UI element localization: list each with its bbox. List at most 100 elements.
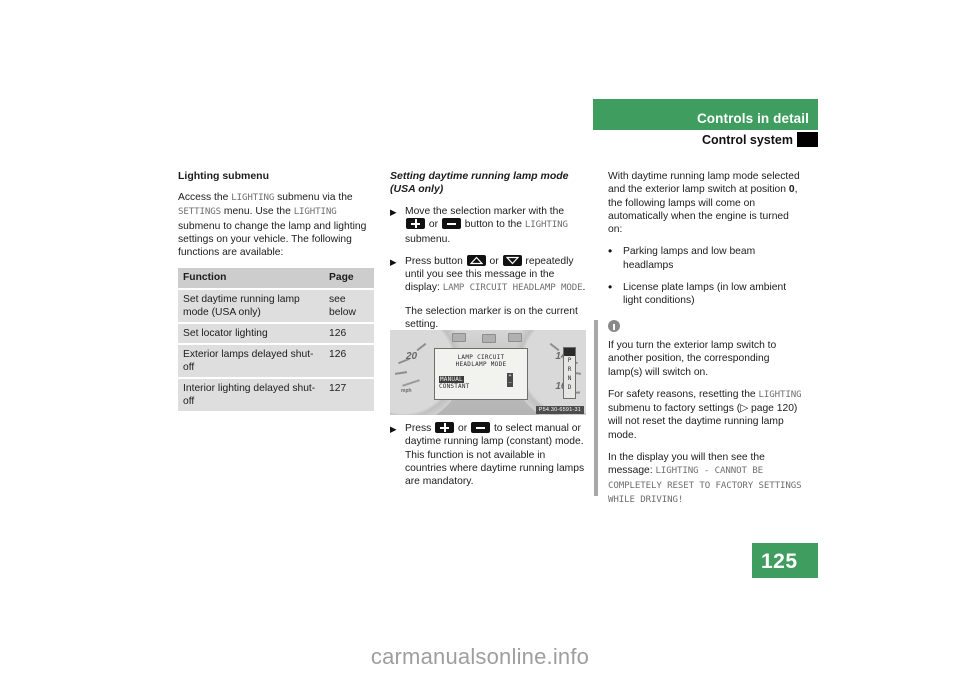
cell-page: 126 xyxy=(324,344,374,377)
minus-key-icon xyxy=(441,218,461,230)
column-left: Lighting submenu Access the LIGHTING sub… xyxy=(178,170,374,411)
step-1-or: or xyxy=(426,219,441,231)
lighting-keyword-2: LIGHTING xyxy=(293,207,337,218)
column-header-page: Page xyxy=(324,268,374,288)
dot-bullet-icon: • xyxy=(608,280,613,295)
speed-unit-label: mph xyxy=(401,388,412,394)
column-middle: Setting daytime running lamp mode (USA o… xyxy=(390,170,586,340)
step-2-or: or xyxy=(486,255,502,267)
intro-text-2: submenu via the xyxy=(274,192,353,203)
function-page-table: Function Page Set daytime running lamp m… xyxy=(178,268,374,411)
step-3-text-a: Press xyxy=(405,423,435,434)
speed-label-20: 20 xyxy=(406,351,418,362)
dot-bullet-icon: • xyxy=(608,244,613,259)
cell-page: 127 xyxy=(324,378,374,411)
step-1-text-b: button to the xyxy=(461,219,525,231)
up-arrow-key-icon xyxy=(466,254,486,266)
section-header: Control system xyxy=(593,133,818,153)
lamp-circuit-message: LAMP CIRCUIT HEADLAMP MODE xyxy=(442,283,583,294)
page-number: 125 xyxy=(761,550,798,573)
step-3: ▶ Press or to select manual or daytime r… xyxy=(390,422,586,488)
gear-indicator-highlight xyxy=(564,348,575,356)
lighting-keyword-1: LIGHTING xyxy=(231,193,275,203)
step-1: ▶ Move the selection marker with the or … xyxy=(390,205,586,246)
lamp-item-text: License plate lamps (in low ambient ligh… xyxy=(623,282,787,307)
lcd-option-other: CONSTANT xyxy=(439,383,470,390)
down-arrow-key-icon xyxy=(502,254,522,266)
triangle-bullet-icon: ▶ xyxy=(390,424,397,434)
intro-text-4: submenu to change the lamp and lighting … xyxy=(178,220,367,259)
figure-caption: P54.30-6591-31 xyxy=(535,406,584,414)
lcd-line-1: LAMP CIRCUIT xyxy=(457,354,505,361)
settings-keyword: SETTINGS xyxy=(178,207,221,218)
info-paragraph-3: In the display you will then see the mes… xyxy=(608,451,804,507)
column-right: With daytime running lamp mode selected … xyxy=(608,170,804,317)
cell-function: Set daytime running lamp mode (USA only) xyxy=(178,289,324,322)
step-2-text-c: . xyxy=(582,282,586,294)
cluster-indicator-icons xyxy=(452,333,524,343)
table-row: Exterior lamps delayed shut-off 126 xyxy=(178,344,374,377)
section-marker-block xyxy=(797,132,818,147)
cell-function: Interior lighting delayed shut-off xyxy=(178,378,324,411)
daytime-lamp-heading: Setting daytime running lamp mode (USA o… xyxy=(390,170,586,196)
lcd-line-2: HEADLAMP MODE xyxy=(455,361,507,368)
info-box-divider xyxy=(594,320,598,496)
cell-page: see below xyxy=(324,289,374,322)
table-row: Set daytime running lamp mode (USA only)… xyxy=(178,289,374,322)
intro-text-3: menu. Use the xyxy=(221,206,294,218)
plus-key-icon xyxy=(435,422,455,433)
cell-function: Exterior lamps delayed shut-off xyxy=(178,344,324,377)
triangle-bullet-icon: ▶ xyxy=(390,207,397,217)
info-icon xyxy=(608,320,620,332)
table-row: Interior lighting delayed shut-off 127 xyxy=(178,378,374,411)
step-2: ▶ Press button or repeatedly until you s… xyxy=(390,254,586,296)
step-3-text: Press or to select manual or daytime run… xyxy=(405,422,586,488)
step-1-text: Move the selection marker with the or bu… xyxy=(405,205,586,246)
daytime-lamp-heading-line2: (USA only) xyxy=(390,183,444,195)
table-row: Set locator lighting 126 xyxy=(178,323,374,343)
manual-page: Controls in detail Control system Lighti… xyxy=(0,0,960,678)
cell-page: 126 xyxy=(324,323,374,343)
info-box: If you turn the exterior lamp switch to … xyxy=(608,320,804,516)
chapter-header-banner: Controls in detail xyxy=(593,99,818,130)
cell-function: Set locator lighting xyxy=(178,323,324,343)
chapter-title: Controls in detail xyxy=(696,111,809,126)
info-paragraph-2: For safety reasons, resetting the LIGHTI… xyxy=(608,388,804,442)
lighting-submenu-intro: Access the LIGHTING submenu via the SETT… xyxy=(178,191,374,259)
triangle-bullet-icon: ▶ xyxy=(390,256,397,267)
step-1-text-a: Move the selection marker with the xyxy=(405,206,565,217)
step-2-text: Press button or repeatedly until you see… xyxy=(405,254,586,296)
column-header-function: Function xyxy=(178,268,324,288)
list-item: • License plate lamps (in low ambient li… xyxy=(608,281,804,308)
step-1-text-c: submenu. xyxy=(405,233,451,245)
lcd-plus-minus-icon: + – xyxy=(507,373,513,387)
lighting-keyword-3: LIGHTING xyxy=(524,220,568,231)
watermark: carmanualsonline.info xyxy=(370,644,590,669)
instrument-cluster-figure: 20 140 160 mph LAMP CIRCUIT HEADLAMP MOD… xyxy=(390,330,586,415)
info-paragraph-1: If you turn the exterior lamp switch to … xyxy=(608,340,777,378)
lighting-submenu-heading: Lighting submenu xyxy=(178,170,269,182)
selection-marker-note: The selection marker is on the current s… xyxy=(405,305,578,331)
headlamp-indicator-icon xyxy=(482,334,496,343)
lamp-item-text: Parking lamps and low beam headlamps xyxy=(623,246,756,271)
info-text-2a: For safety reasons, resetting the xyxy=(608,388,759,400)
lcd-option-selected: MANUAL xyxy=(439,376,464,383)
step-3-or: or xyxy=(455,423,471,434)
table-header-row: Function Page xyxy=(178,268,374,288)
info-text-2b: submenu to factory settings (▷ page 120)… xyxy=(608,403,798,441)
lighting-keyword-4: LIGHTING xyxy=(758,389,802,400)
plus-key-icon xyxy=(406,218,425,230)
daytime-lamp-description: With daytime running lamp mode selected … xyxy=(608,170,804,236)
description-text-a: With daytime running lamp mode selected … xyxy=(608,171,800,196)
fog-lamp-indicator-icon xyxy=(508,333,522,342)
section-title: Control system xyxy=(702,133,793,147)
list-item: • Parking lamps and low beam headlamps xyxy=(608,245,804,272)
page-number-block: 125 xyxy=(752,543,818,578)
step-2-text-a: Press button xyxy=(405,255,466,267)
intro-text-1: Access the xyxy=(178,192,232,203)
cluster-lcd-display: LAMP CIRCUIT HEADLAMP MODE MANUAL CONSTA… xyxy=(434,348,528,400)
daytime-lamp-heading-line1: Setting daytime running lamp mode xyxy=(390,170,569,182)
check-engine-icon xyxy=(452,333,466,342)
minus-key-icon xyxy=(471,422,491,433)
column-middle-lower: ▶ Press or to select manual or daytime r… xyxy=(390,422,586,497)
